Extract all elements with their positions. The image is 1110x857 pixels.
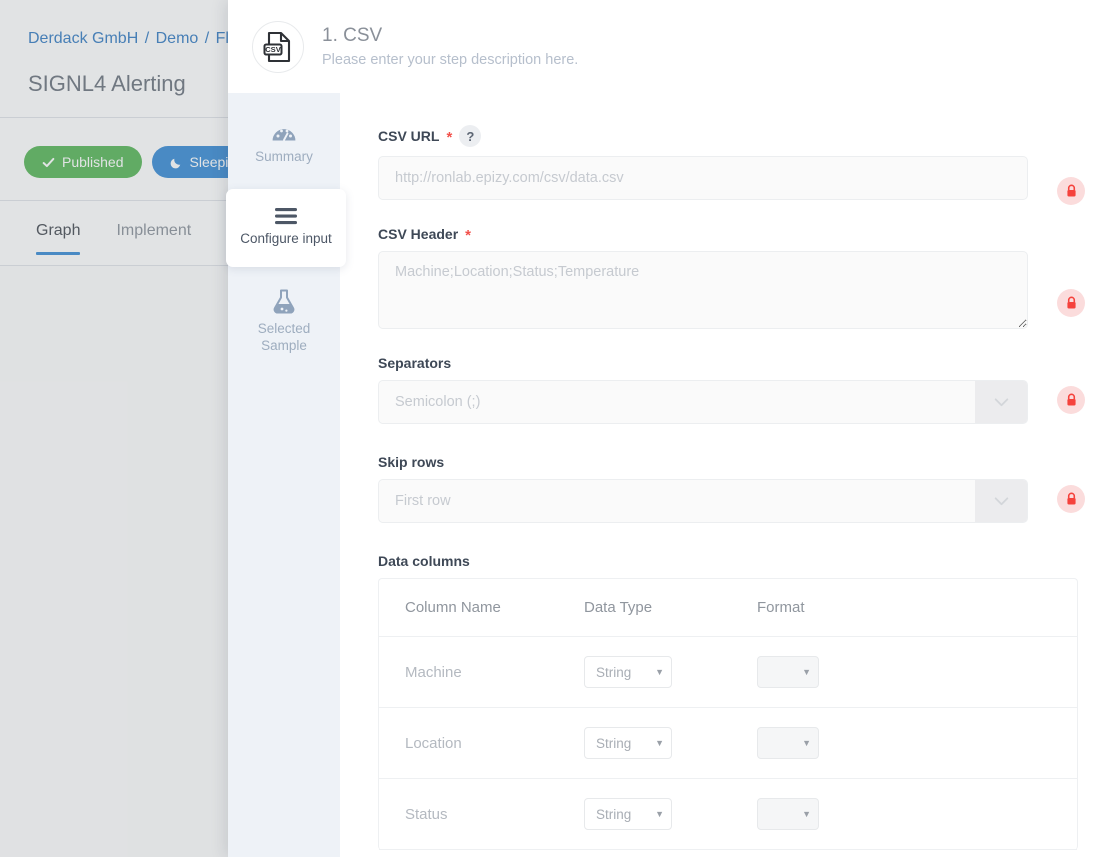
field-label-group: CSV URL * ?	[378, 125, 1078, 147]
cell-data-type: String ▼	[584, 778, 757, 850]
field-label-group: Data columns	[378, 553, 1078, 569]
configure-input-form: CSV URL * ? CSV	[340, 93, 1110, 857]
required-asterisk: *	[446, 128, 453, 146]
lock-icon	[1066, 184, 1076, 197]
caret-down-icon: ▼	[802, 737, 811, 748]
lock-icon	[1066, 296, 1076, 309]
skip-rows-value: First row	[395, 493, 451, 509]
modal-header: CSV 1. CSV Please enter your step descri…	[228, 0, 1110, 93]
csv-url-label: CSV URL	[378, 128, 440, 144]
modal-tab-rail: Summary Configure input Selected Sample	[226, 93, 346, 857]
cell-column-name: Status	[379, 778, 584, 850]
caret-down-icon: ▼	[802, 666, 811, 677]
data-type-value: String	[596, 735, 632, 751]
lock-icon	[1066, 492, 1076, 505]
rail-item-configure-input[interactable]: Configure input	[226, 189, 346, 268]
csv-file-icon-glyph: CSV	[263, 31, 291, 62]
chevron-down-icon[interactable]	[975, 480, 1027, 522]
skip-rows-select[interactable]: First row	[378, 479, 1028, 523]
table-header-row: Column Name Data Type Format	[379, 579, 1077, 637]
chevron-down-icon-glyph	[994, 397, 1008, 406]
help-icon[interactable]: ?	[459, 125, 482, 147]
chevron-down-icon[interactable]	[975, 381, 1027, 423]
modal-subtitle[interactable]: Please enter your step description here.	[322, 52, 578, 68]
field-separators: Separators Semicolon (;)	[378, 355, 1085, 424]
modal-title: 1. CSV	[322, 24, 383, 46]
caret-down-icon: ▼	[655, 808, 664, 819]
field-skip-rows: Skip rows First row	[378, 454, 1085, 523]
cell-actions	[957, 707, 1077, 779]
column-header-format: Format	[757, 579, 957, 637]
caret-down-icon: ▼	[655, 737, 664, 748]
screen: Derdack GmbH / Demo / Flow SIGNL4 Alerti…	[0, 0, 1110, 857]
data-type-select[interactable]: String ▼	[584, 656, 672, 688]
csv-header-textarea[interactable]	[378, 251, 1028, 329]
lock-icon-skip-rows[interactable]	[1057, 485, 1085, 513]
column-header-name: Column Name	[379, 579, 584, 637]
cell-column-name: Machine	[379, 636, 584, 708]
field-label-group: Separators	[378, 355, 1078, 371]
rail-item-selected-sample[interactable]: Selected Sample	[228, 277, 340, 367]
format-select[interactable]: ▼	[757, 798, 819, 830]
step-configuration-modal: CSV 1. CSV Please enter your step descri…	[226, 0, 1110, 857]
data-type-value: String	[596, 806, 632, 822]
field-data-columns: Data columns	[378, 553, 1078, 569]
separators-value: Semicolon (;)	[395, 394, 481, 410]
rail-item-label: Configure input	[240, 231, 332, 247]
required-asterisk: *	[465, 226, 471, 244]
csv-header-label: CSV Header	[378, 226, 459, 242]
csv-url-input[interactable]	[378, 156, 1028, 200]
field-label-group: Skip rows	[378, 454, 1078, 470]
caret-down-icon: ▼	[802, 808, 811, 819]
format-select[interactable]: ▼	[757, 656, 819, 688]
cell-data-type: String ▼	[584, 636, 757, 708]
lock-icon	[1066, 393, 1076, 406]
field-csv-url: CSV URL * ?	[378, 125, 1085, 205]
data-columns-table: Column Name Data Type Format Machine Str…	[378, 578, 1078, 850]
lock-icon-separators[interactable]	[1057, 386, 1085, 414]
csv-file-icon: CSV	[252, 20, 304, 73]
field-label-group: CSV Header *	[378, 226, 1078, 244]
modal-header-text: 1. CSV Please enter your step descriptio…	[322, 25, 578, 69]
cell-format: ▼	[757, 636, 957, 708]
gauge-icon	[272, 129, 296, 141]
cell-data-type: String ▼	[584, 707, 757, 779]
rail-item-summary[interactable]: Summary	[228, 109, 340, 179]
flask-icon	[273, 289, 295, 314]
cell-format: ▼	[757, 778, 957, 850]
chevron-down-icon-glyph	[994, 496, 1008, 505]
column-header-type: Data Type	[584, 579, 757, 637]
data-columns-label: Data columns	[378, 553, 470, 569]
rail-item-label: Selected Sample	[257, 321, 311, 353]
data-type-select[interactable]: String ▼	[584, 798, 672, 830]
modal-body: Summary Configure input Selected Sample …	[226, 93, 1110, 857]
table-row: Status String ▼ ▼	[379, 778, 1077, 850]
caret-down-icon: ▼	[655, 666, 664, 677]
data-type-value: String	[596, 664, 632, 680]
table-row: Machine String ▼ ▼	[379, 636, 1077, 708]
table-row: Location String ▼ ▼	[379, 707, 1077, 779]
data-type-select[interactable]: String ▼	[584, 727, 672, 759]
list-lines-icon	[275, 208, 297, 225]
cell-actions	[957, 778, 1077, 850]
field-csv-header: CSV Header *	[378, 226, 1085, 329]
lock-icon-csv-header[interactable]	[1057, 289, 1085, 317]
skip-rows-label: Skip rows	[378, 454, 445, 470]
svg-text:CSV: CSV	[265, 45, 282, 54]
column-header-actions	[957, 579, 1077, 637]
format-select[interactable]: ▼	[757, 727, 819, 759]
cell-column-name: Location	[379, 707, 584, 779]
separators-label: Separators	[378, 355, 452, 371]
rail-item-label: Summary	[255, 149, 313, 164]
cell-actions	[957, 636, 1077, 708]
cell-format: ▼	[757, 707, 957, 779]
separators-select[interactable]: Semicolon (;)	[378, 380, 1028, 424]
lock-icon-csv-url[interactable]	[1057, 177, 1085, 205]
